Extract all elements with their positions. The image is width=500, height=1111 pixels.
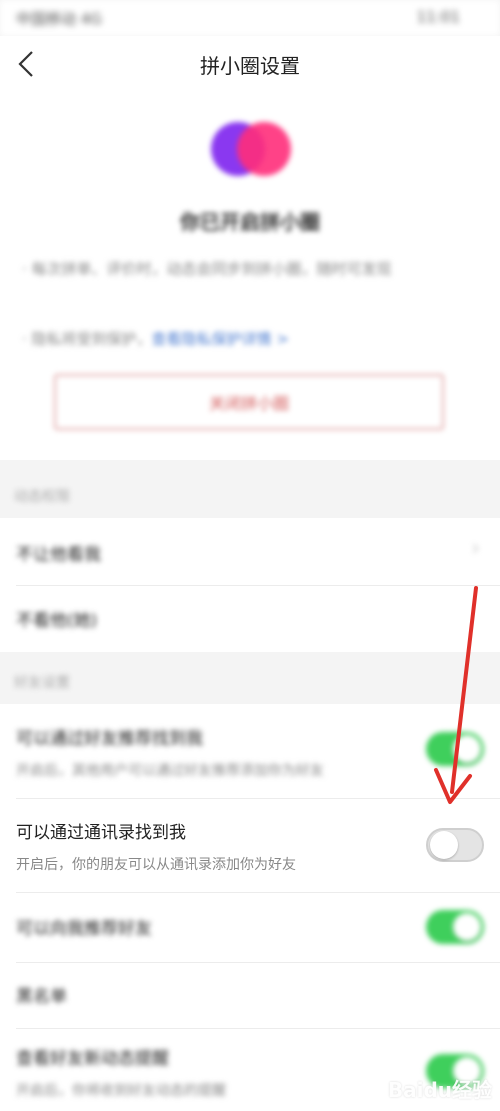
intro-bullet-2-text: · 隐私将受到保护， — [22, 330, 152, 348]
page-title: 拼小圈设置 — [200, 54, 300, 78]
divider — [16, 892, 500, 893]
section-label-friends: 好友设置 — [14, 675, 70, 691]
divider — [16, 798, 500, 799]
baidu-watermark: Baidu经验 — [387, 1078, 492, 1102]
status-bar: 中国移动 4G 11:01 — [0, 0, 500, 36]
row-contacts-subtitle: 开启后，你的朋友可以从通讯录添加你为好友 — [16, 857, 296, 873]
row-recommend-subtitle: 开启后，其他用户可以通过好友推荐添加你为好友 — [16, 763, 324, 779]
red-arrow-annotation — [430, 580, 490, 820]
row-suggest-title: 可以向我推荐好友 — [16, 919, 152, 939]
divider — [16, 1028, 500, 1029]
row-blacklist[interactable]: 黑名单 — [16, 982, 67, 1007]
intro-bullet-1: · 每次拼单、评价时，动态会同步到拼小圈，随时可发现 — [22, 260, 392, 278]
toggle-contacts[interactable] — [426, 828, 484, 862]
section-label-permissions: 动态权限 — [14, 489, 70, 505]
row-recommend-title: 可以通过好友推荐找到我 — [16, 729, 203, 749]
row-contacts-title: 可以通过通讯录找到我 — [16, 823, 186, 843]
carrier-text: 中国移动 4G — [16, 10, 102, 28]
row-notify-title: 查看好友新动态提醒 — [16, 1049, 169, 1069]
intro-bullet-2: · 隐私将受到保护，查看隐私保护详情 > — [22, 324, 472, 354]
divider — [16, 962, 500, 963]
row-notify-subtitle: 开启后，你将收到好友动态的提醒 — [16, 1083, 226, 1099]
row-hide-from[interactable]: 不让他看我 — [16, 540, 101, 565]
privacy-link[interactable]: 查看隐私保护详情 > — [152, 330, 289, 348]
toggle-suggest[interactable] — [426, 910, 484, 944]
clock-text: 11:01 — [416, 8, 460, 26]
divider — [16, 585, 500, 586]
pinxiaoquan-logo-icon — [208, 118, 294, 180]
chevron-right-icon: › — [471, 536, 480, 561]
close-pinxiaoquan-button[interactable]: 关闭拼小圈 — [54, 374, 444, 430]
intro-title: 你已开启拼小圈 — [180, 210, 320, 234]
row-hide-them[interactable]: 不看他(她) — [16, 606, 97, 631]
